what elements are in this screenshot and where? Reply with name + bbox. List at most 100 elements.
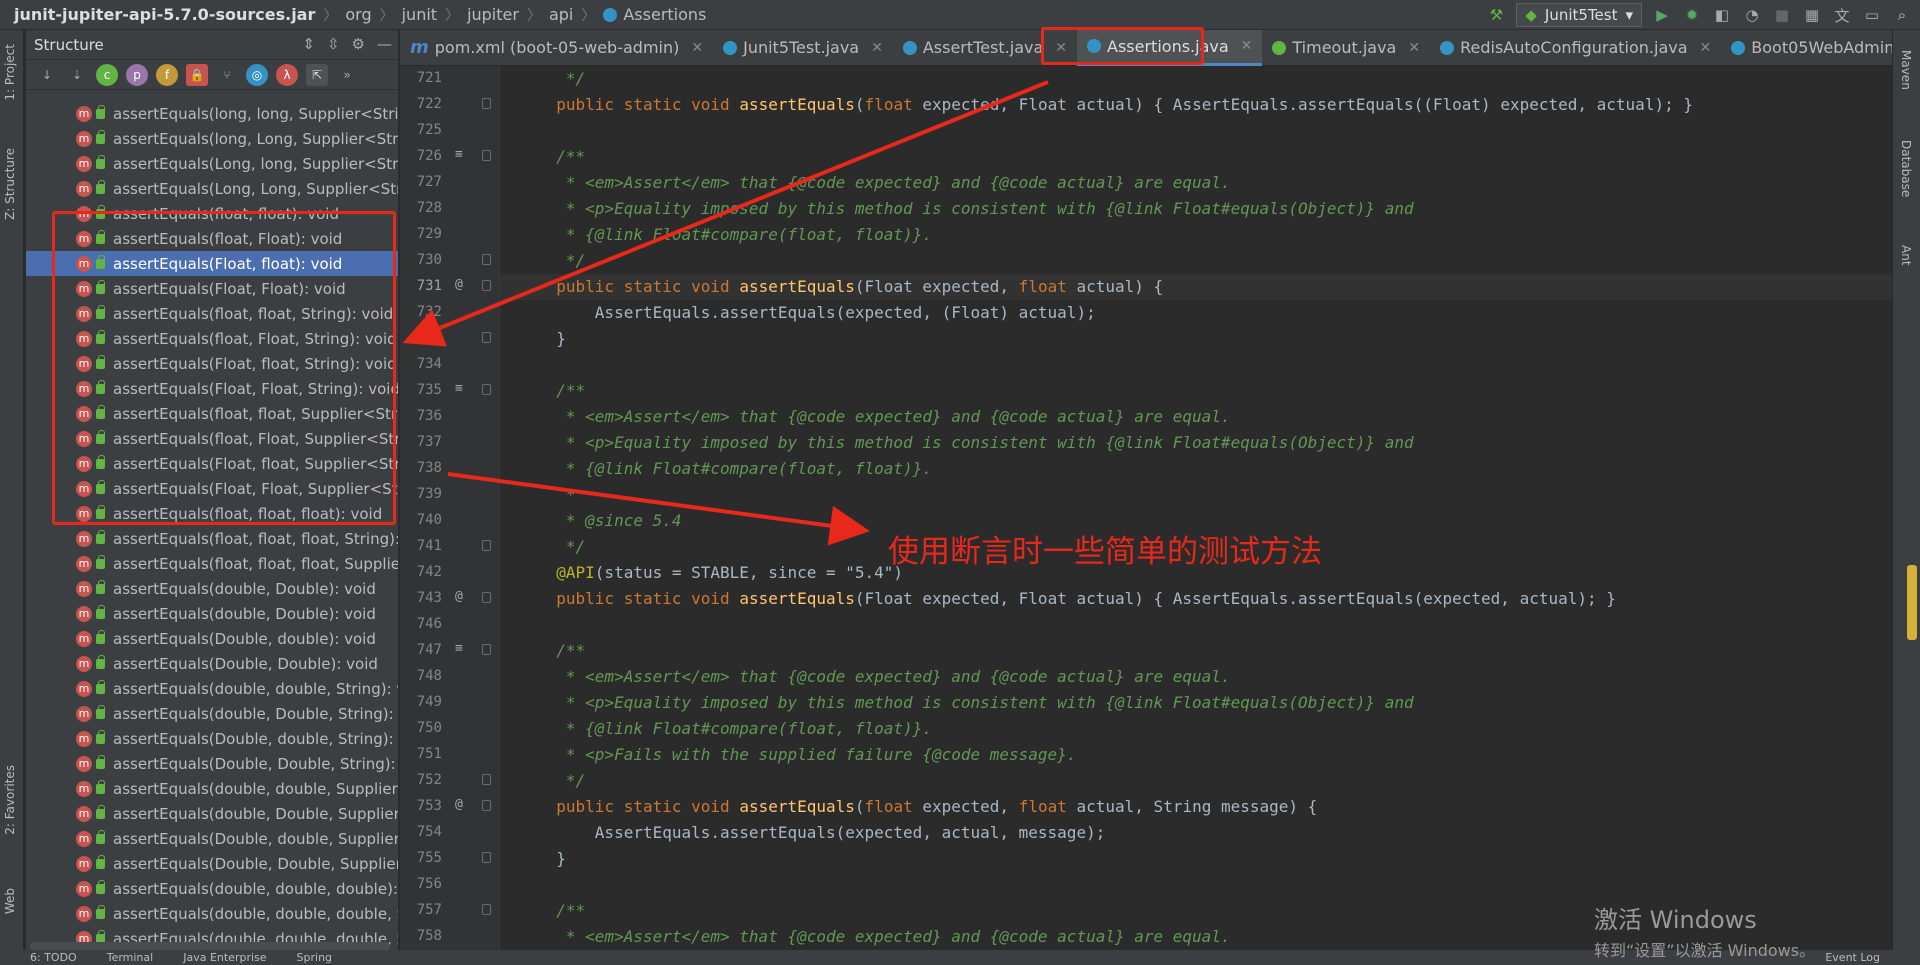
project-structure-icon[interactable]: ▦: [1802, 5, 1822, 25]
breadcrumb-api[interactable]: api: [549, 5, 573, 24]
code-line[interactable]: * {@link Float#compare(float, float)}.: [500, 716, 1892, 742]
close-icon[interactable]: ✕: [1055, 40, 1067, 56]
translate-icon[interactable]: 文: [1832, 5, 1852, 25]
stop-icon[interactable]: ■: [1772, 5, 1792, 25]
structure-item[interactable]: m assertEquals(float, float): void: [26, 201, 398, 226]
expand-all-icon[interactable]: ⇕: [302, 35, 315, 53]
tab-structure[interactable]: Z: Structure: [3, 148, 17, 220]
fold-marker-icon[interactable]: [482, 332, 491, 343]
fold-marker-icon[interactable]: [482, 800, 491, 811]
gutter-line[interactable]: 737: [400, 430, 500, 456]
fold-marker-icon[interactable]: [482, 592, 491, 603]
editor-scroll-thumb[interactable]: [1907, 565, 1917, 640]
gutter-line[interactable]: 740: [400, 508, 500, 534]
structure-item[interactable]: m assertEquals(Float, Float, String): voi…: [26, 376, 398, 401]
collapse-all-icon[interactable]: ⇳: [327, 35, 340, 53]
fold-marker-icon[interactable]: [482, 904, 491, 915]
structure-item[interactable]: m assertEquals(float, float, float, Strin…: [26, 526, 398, 551]
gutter-line[interactable]: 743 @: [400, 586, 500, 612]
code-editor[interactable]: */ public static void assertEquals(float…: [500, 66, 1892, 950]
structure-item[interactable]: m assertEquals(double, double, double):: [26, 876, 398, 901]
show-fields-icon[interactable]: f: [156, 63, 178, 86]
gutter-line[interactable]: 742: [400, 560, 500, 586]
tab-file[interactable]: Assertions.java ✕: [1077, 29, 1263, 66]
code-line[interactable]: AssertEquals.assertEquals(expected, (Flo…: [500, 300, 1892, 326]
gutter-line[interactable]: 746: [400, 612, 500, 638]
structure-item[interactable]: m assertEquals(double, double, String): v: [26, 676, 398, 701]
run-icon[interactable]: ▶: [1652, 5, 1672, 25]
gutter-line[interactable]: 738: [400, 456, 500, 482]
code-line[interactable]: public static void assertEquals(Float ex…: [500, 274, 1892, 300]
code-line[interactable]: /**: [500, 144, 1892, 170]
code-line[interactable]: public static void assertEquals(float ex…: [500, 92, 1892, 118]
tab-ant[interactable]: Ant: [1899, 245, 1913, 266]
tab-todo[interactable]: 6: TODO: [30, 951, 77, 964]
tab-project[interactable]: 1: Project: [3, 44, 17, 101]
fold-marker-icon[interactable]: [482, 852, 491, 863]
gutter-line[interactable]: 739: [400, 482, 500, 508]
gutter-line[interactable]: 733: [400, 326, 500, 352]
profile-icon[interactable]: ◔: [1742, 5, 1762, 25]
coverage-icon[interactable]: ◧: [1712, 5, 1732, 25]
override-marker-icon[interactable]: @: [455, 277, 463, 292]
gutter-line[interactable]: 749: [400, 690, 500, 716]
structure-item[interactable]: m assertEquals(Long, long, Supplier<Strin: [26, 151, 398, 176]
code-line[interactable]: public static void assertEquals(float ex…: [500, 794, 1892, 820]
structure-item[interactable]: m assertEquals(long, long, Supplier<Strin: [26, 101, 398, 126]
gutter-line[interactable]: 753 @: [400, 794, 500, 820]
code-line[interactable]: [500, 352, 1892, 378]
tab-favorites[interactable]: 2: Favorites: [3, 765, 17, 835]
close-icon[interactable]: ✕: [1241, 38, 1253, 54]
breadcrumb-jupiter[interactable]: jupiter: [467, 5, 519, 24]
code-line[interactable]: * {@link Float#compare(float, float)}.: [500, 456, 1892, 482]
gutter-line[interactable]: 721: [400, 66, 500, 92]
code-line[interactable]: public static void assertEquals(Float ex…: [500, 586, 1892, 612]
run-config-select[interactable]: ◆ Junit5Test ▾: [1516, 3, 1642, 27]
breadcrumb-junit[interactable]: junit: [402, 5, 437, 24]
structure-item[interactable]: m assertEquals(float, float, float): void: [26, 501, 398, 526]
lambda-icon[interactable]: λ: [276, 63, 298, 86]
breadcrumb-org[interactable]: org: [345, 5, 371, 24]
render-doc-icon[interactable]: ≡: [455, 381, 463, 396]
tab-maven[interactable]: Maven: [1899, 50, 1913, 90]
code-line[interactable]: */: [500, 66, 1892, 92]
fold-marker-icon[interactable]: [482, 774, 491, 785]
gutter-line[interactable]: 735 ≡: [400, 378, 500, 404]
code-line[interactable]: /**: [500, 638, 1892, 664]
tab-spring[interactable]: Spring: [297, 951, 333, 964]
code-line[interactable]: *: [500, 482, 1892, 508]
gutter-line[interactable]: 750: [400, 716, 500, 742]
gutter-line[interactable]: 731 @: [400, 274, 500, 300]
tab-file[interactable]: AssertTest.java ✕: [893, 30, 1077, 66]
structure-item[interactable]: m assertEquals(float, float, String): voi…: [26, 301, 398, 326]
fold-marker-icon[interactable]: [482, 150, 491, 161]
override-marker-icon[interactable]: @: [455, 589, 463, 604]
more-icon[interactable]: »: [336, 64, 358, 86]
structure-item[interactable]: m assertEquals(Long, Long, Supplier<Strin: [26, 176, 398, 201]
structure-item[interactable]: m assertEquals(Float, Float): void: [26, 276, 398, 301]
code-line[interactable]: * <p>Equality imposed by this method is …: [500, 196, 1892, 222]
window-icon[interactable]: ▭: [1862, 5, 1882, 25]
render-doc-icon[interactable]: ≡: [455, 641, 463, 656]
code-line[interactable]: * <em>Assert</em> that {@code expected} …: [500, 170, 1892, 196]
structure-item[interactable]: m assertEquals(Double, Double): void: [26, 651, 398, 676]
code-line[interactable]: }: [500, 846, 1892, 872]
gear-icon[interactable]: ⚙: [352, 35, 365, 53]
gutter-line[interactable]: 729: [400, 222, 500, 248]
gutter-line[interactable]: 741: [400, 534, 500, 560]
gutter-line[interactable]: 754: [400, 820, 500, 846]
gutter-line[interactable]: 734: [400, 352, 500, 378]
close-icon[interactable]: ✕: [1408, 40, 1420, 56]
code-line[interactable]: * <em>Assert</em> that {@code expected} …: [500, 404, 1892, 430]
tab-event-log[interactable]: Event Log: [1825, 951, 1880, 964]
sort-by-visibility-icon[interactable]: ↓: [36, 64, 58, 86]
gutter-line[interactable]: 730: [400, 248, 500, 274]
tab-file[interactable]: m pom.xml (boot-05-web-admin) ✕: [400, 30, 713, 66]
gutter-line[interactable]: 732: [400, 300, 500, 326]
code-line[interactable]: [500, 872, 1892, 898]
minimize-icon[interactable]: —: [377, 35, 392, 53]
gutter-line[interactable]: 755: [400, 846, 500, 872]
tab-web[interactable]: Web: [3, 888, 17, 914]
structure-item[interactable]: m assertEquals(float, float, Supplier<Str…: [26, 401, 398, 426]
gutter-line[interactable]: 748: [400, 664, 500, 690]
